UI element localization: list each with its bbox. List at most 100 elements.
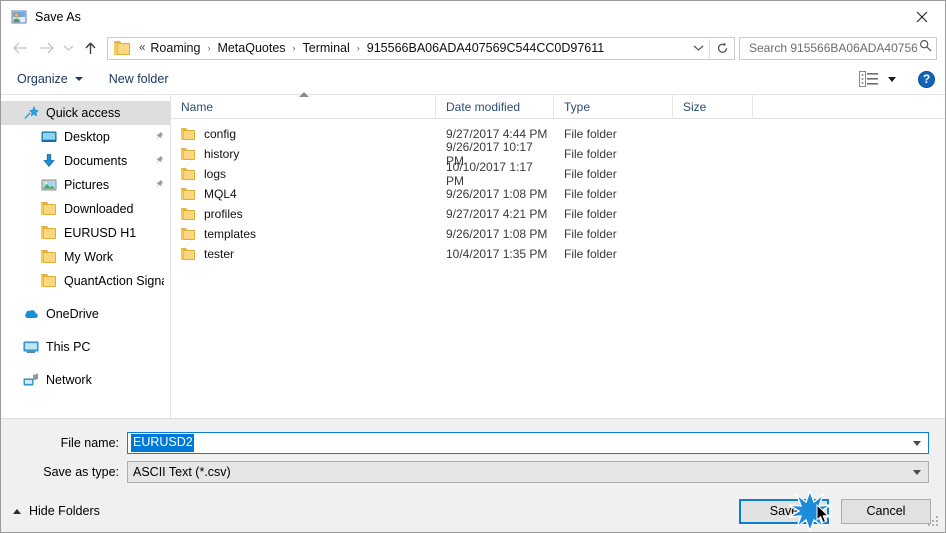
new-folder-label: New folder bbox=[108, 72, 169, 86]
breadcrumb-item-3[interactable]: 915566BA06ADA407569C544CC0D97611 bbox=[366, 41, 605, 55]
table-row[interactable]: tester 10/4/2017 1:35 PM File folder bbox=[171, 244, 945, 264]
address-chevron-down-icon[interactable] bbox=[687, 38, 709, 59]
view-chevron-down-icon[interactable] bbox=[888, 76, 896, 82]
sidebar-item-label: This PC bbox=[46, 340, 91, 354]
recent-locations-chevron-down-icon[interactable] bbox=[59, 35, 77, 61]
file-date-cell: 9/27/2017 4:44 PM bbox=[446, 127, 548, 141]
refresh-icon[interactable] bbox=[710, 38, 734, 59]
search-icon[interactable] bbox=[919, 39, 932, 57]
save-form: File name: EURUSD2 Save as type: ASCII T… bbox=[1, 418, 945, 490]
filename-row: File name: EURUSD2 bbox=[17, 432, 929, 454]
file-name-text: tester bbox=[204, 247, 235, 261]
file-name-cell: config bbox=[171, 127, 436, 141]
chevron-right-icon[interactable]: › bbox=[357, 43, 360, 53]
file-date-cell: 9/27/2017 4:21 PM bbox=[446, 207, 548, 221]
forward-icon[interactable] bbox=[33, 35, 59, 61]
pictures-icon bbox=[41, 177, 57, 193]
column-header-type[interactable]: Type bbox=[554, 94, 673, 119]
column-header-date-modified[interactable]: Date modified bbox=[436, 94, 554, 119]
close-icon[interactable] bbox=[899, 1, 945, 32]
footer-buttons: Save Cancel bbox=[727, 498, 931, 524]
filename-value: EURUSD2 bbox=[131, 434, 194, 452]
cancel-button[interactable]: Cancel bbox=[841, 498, 931, 524]
file-name-cell: profiles bbox=[171, 207, 436, 221]
sidebar-item-label: Downloaded bbox=[64, 202, 134, 216]
up-icon[interactable] bbox=[77, 35, 103, 61]
pin-icon[interactable] bbox=[154, 155, 164, 167]
sidebar-item-onedrive[interactable]: OneDrive bbox=[1, 302, 170, 326]
file-name-text: config bbox=[204, 127, 237, 141]
table-row[interactable]: MQL4 9/26/2017 1:08 PM File folder bbox=[171, 184, 945, 204]
sidebar-item-label: Network bbox=[46, 373, 92, 387]
file-type-cell: File folder bbox=[564, 207, 617, 221]
file-date-cell: 9/26/2017 1:08 PM bbox=[446, 227, 548, 241]
hide-folders-button[interactable]: Hide Folders bbox=[13, 504, 100, 518]
sidebar-item-downloaded[interactable]: Downloaded bbox=[1, 197, 170, 221]
dialog-footer: Hide Folders Save Cancel bbox=[1, 490, 945, 532]
pin-icon[interactable] bbox=[154, 179, 164, 191]
breadcrumb-overflow[interactable]: « bbox=[139, 42, 145, 54]
file-type-cell: File folder bbox=[564, 147, 617, 161]
filetype-select[interactable]: ASCII Text (*.csv) bbox=[127, 461, 929, 483]
breadcrumb-item-2[interactable]: Terminal bbox=[302, 41, 351, 55]
file-date-cell: 10/4/2017 1:35 PM bbox=[446, 247, 548, 261]
filetype-value: ASCII Text (*.csv) bbox=[133, 465, 231, 479]
table-row[interactable]: config 9/27/2017 4:44 PM File folder bbox=[171, 124, 945, 144]
network-icon bbox=[23, 372, 39, 388]
sidebar-item-label: Desktop bbox=[64, 130, 110, 144]
file-rows: config 9/27/2017 4:44 PM File folder his… bbox=[171, 119, 945, 418]
sidebar-item-network[interactable]: Network bbox=[1, 368, 170, 392]
new-folder-button[interactable]: New folder bbox=[109, 72, 169, 86]
filetype-chevron-down-icon[interactable] bbox=[906, 462, 928, 482]
command-toolbar: Organize New folder ? bbox=[1, 64, 945, 95]
file-name-cell: templates bbox=[171, 227, 436, 241]
onedrive-cloud-icon bbox=[23, 306, 39, 322]
folder-icon bbox=[41, 225, 57, 241]
sidebar-item-label: Documents bbox=[64, 154, 128, 168]
column-header-size[interactable]: Size bbox=[673, 94, 753, 119]
folder-icon bbox=[181, 148, 195, 160]
table-row[interactable]: profiles 9/27/2017 4:21 PM File folder bbox=[171, 204, 945, 224]
search-box[interactable] bbox=[739, 36, 937, 60]
sidebar-item-documents[interactable]: Documents bbox=[1, 149, 170, 173]
column-header-name[interactable]: Name bbox=[171, 94, 436, 119]
navigation-bar: « Roaming › MetaQuotes › Terminal › 9155… bbox=[1, 32, 945, 64]
dialog-body: Quick access Desktop Documents Pictures … bbox=[1, 92, 945, 418]
breadcrumb-item-0[interactable]: Roaming bbox=[149, 41, 201, 55]
organize-button[interactable]: Organize bbox=[17, 72, 83, 86]
chevron-up-icon bbox=[13, 508, 21, 514]
file-type-cell: File folder bbox=[564, 127, 617, 141]
sidebar-item-my-work[interactable]: My Work bbox=[1, 245, 170, 269]
sidebar-item-this-pc[interactable]: This PC bbox=[1, 335, 170, 359]
filename-chevron-down-icon[interactable] bbox=[906, 433, 928, 453]
back-icon[interactable] bbox=[7, 35, 33, 61]
search-input[interactable] bbox=[747, 40, 919, 56]
save-as-icon bbox=[11, 9, 27, 25]
pin-icon[interactable] bbox=[154, 131, 164, 143]
file-name-text: history bbox=[204, 147, 240, 161]
table-row[interactable]: history 9/26/2017 10:17 PM File folder bbox=[171, 140, 945, 168]
resize-grip-icon[interactable] bbox=[928, 516, 940, 528]
sidebar-item-pictures[interactable]: Pictures bbox=[1, 173, 170, 197]
help-icon[interactable]: ? bbox=[918, 70, 935, 88]
chevron-right-icon[interactable]: › bbox=[293, 43, 296, 53]
sidebar-item-desktop[interactable]: Desktop bbox=[1, 125, 170, 149]
breadcrumb-item-1[interactable]: MetaQuotes bbox=[216, 41, 286, 55]
save-button[interactable]: Save bbox=[739, 498, 829, 524]
navigation-sidebar: Quick access Desktop Documents Pictures … bbox=[1, 95, 171, 418]
file-name-cell: history bbox=[171, 147, 436, 161]
sidebar-item-label: QuantAction Signal bbox=[64, 274, 164, 288]
file-name-text: MQL4 bbox=[204, 187, 237, 201]
file-name-cell: logs bbox=[171, 167, 436, 181]
folder-icon bbox=[181, 128, 195, 140]
view-layout-icon[interactable] bbox=[859, 71, 879, 87]
table-row[interactable]: logs 10/10/2017 1:17 PM File folder bbox=[171, 160, 945, 188]
sidebar-item-eurusd-h1[interactable]: EURUSD H1 bbox=[1, 221, 170, 245]
sidebar-item-label: OneDrive bbox=[46, 307, 99, 321]
filename-input[interactable]: EURUSD2 bbox=[127, 432, 929, 454]
address-bar[interactable]: « Roaming › MetaQuotes › Terminal › 9155… bbox=[107, 36, 735, 60]
sidebar-item-quick-access[interactable]: Quick access bbox=[1, 101, 170, 125]
chevron-right-icon[interactable]: › bbox=[207, 43, 210, 53]
table-row[interactable]: templates 9/26/2017 1:08 PM File folder bbox=[171, 224, 945, 244]
sidebar-item-quantaction-signal[interactable]: QuantAction Signal bbox=[1, 269, 170, 293]
